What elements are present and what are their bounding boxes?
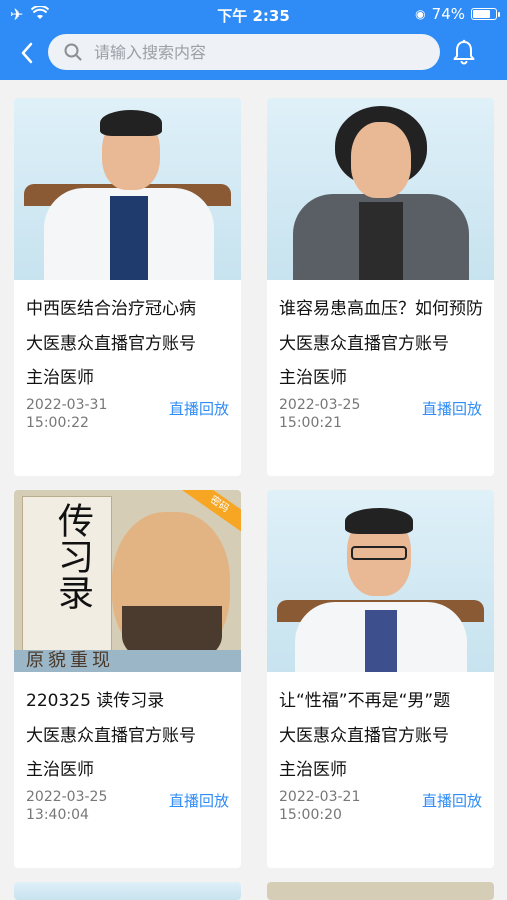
video-card[interactable]: 传习录 原貌重现 密码 220325 读传习录 大医惠众直播官方账号 主治医师 … [14, 490, 241, 868]
card-account: 大医惠众直播官方账号 [279, 334, 449, 354]
orientation-lock-icon: ◉ [415, 7, 426, 21]
card-title: 220325 读传习录 [26, 691, 165, 711]
card-title: 谁容易患高血压？如何预防 [279, 299, 483, 319]
card-datetime: 2022-03-25 15:00:21 [279, 397, 361, 431]
book-title: 传习录 [52, 502, 93, 610]
card-title: 让“性福”不再是“男”题 [279, 691, 451, 711]
video-thumbnail [267, 490, 494, 672]
card-title: 中西医结合治疗冠心病 [26, 299, 196, 319]
card-role: 主治医师 [279, 368, 347, 388]
battery-percent: 74% [431, 5, 465, 23]
video-card[interactable]: 让“性福”不再是“男”题 大医惠众直播官方账号 主治医师 2022-03-21 1… [267, 490, 494, 868]
video-thumbnail: 传习录 原貌重现 密码 [14, 490, 241, 672]
replay-link[interactable]: 直播回放 [422, 790, 482, 811]
video-card[interactable]: 中西医结合治疗冠心病 大医惠众直播官方账号 主治医师 2022-03-31 15:… [14, 98, 241, 476]
card-account: 大医惠众直播官方账号 [279, 726, 449, 746]
replay-link[interactable]: 直播回放 [422, 398, 482, 419]
search-input[interactable] [94, 34, 424, 70]
back-icon [21, 42, 33, 64]
video-thumbnail [267, 882, 494, 900]
card-role: 主治医师 [279, 760, 347, 780]
status-bar: ✈ 下午 2:35 ◉ 74% [0, 0, 507, 28]
card-datetime: 2022-03-21 15:00:20 [279, 789, 361, 823]
video-card-partial[interactable] [267, 882, 494, 900]
card-role: 主治医师 [26, 760, 94, 780]
notification-button[interactable] [448, 36, 480, 68]
replay-link[interactable]: 直播回放 [169, 790, 229, 811]
video-thumbnail [267, 98, 494, 280]
book-banner: 原貌重现 [14, 650, 241, 672]
card-datetime: 2022-03-31 15:00:22 [26, 397, 108, 431]
video-thumbnail [14, 98, 241, 280]
battery-icon [471, 8, 500, 20]
back-button[interactable] [12, 38, 42, 68]
card-role: 主治医师 [26, 368, 94, 388]
video-thumbnail [14, 882, 241, 900]
card-account: 大医惠众直播官方账号 [26, 334, 196, 354]
top-bar: ✈ 下午 2:35 ◉ 74% [0, 0, 507, 80]
video-card[interactable]: 谁容易患高血压？如何预防 大医惠众直播官方账号 主治医师 2022-03-25 1… [267, 98, 494, 476]
card-datetime: 2022-03-25 13:40:04 [26, 789, 108, 823]
video-card-partial[interactable] [14, 882, 241, 900]
search-icon [64, 43, 82, 61]
card-account: 大医惠众直播官方账号 [26, 726, 196, 746]
replay-link[interactable]: 直播回放 [169, 398, 229, 419]
search-bar[interactable] [48, 34, 440, 70]
bell-icon [453, 39, 475, 65]
